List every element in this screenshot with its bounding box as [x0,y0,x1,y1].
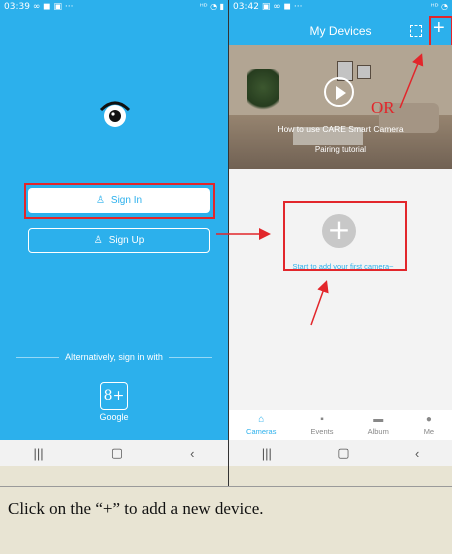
divider-line [168,356,212,358]
app-logo-eye-icon [99,101,131,127]
signal-icons: ᴴᴰ ◔ [430,2,448,11]
sign-up-button[interactable]: ♙ Sign Up [28,228,210,253]
android-nav-bar: ||| ▢ ‹ [0,440,228,466]
plus-highlight-box [429,16,452,48]
app-header: 03:42 ▣ ∞ ◼ ··· ᴴᴰ ◔ My Devices + [229,0,452,45]
sign-up-label: Sign Up [108,235,145,246]
tab-album[interactable]: ▬ Album [367,413,389,436]
tab-me[interactable]: ● Me [423,413,435,436]
recent-apps-icon[interactable]: ||| [34,446,44,461]
tab-events[interactable]: ▪ Events [310,413,334,436]
divider-line [16,356,60,358]
google-label: Google [99,412,129,422]
status-icons: ▣ ∞ ◼ ··· [261,2,303,12]
fullscreen-icon[interactable] [410,25,422,37]
google-plus-icon[interactable]: 8+ [100,382,128,410]
instruction-caption: Click on the “+” to add a new device. [0,486,452,554]
home-icon: ⌂ [258,413,265,425]
status-icons: ∞ ◼ ▣ ··· [32,2,74,12]
signal-icons: ᴴᴰ ◔ ▮ [199,2,224,11]
status-time: 03:42 [233,2,259,12]
user-icon: ♙ [93,235,103,246]
recent-apps-icon[interactable]: ||| [262,446,272,461]
sign-in-highlight-box [24,183,215,219]
play-icon[interactable] [324,77,354,107]
back-icon[interactable]: ‹ [415,446,419,461]
tab-label: Me [423,426,435,436]
banner-subtitle: Pairing tutorial [314,145,367,154]
alternative-signin-row: Alternatively, sign in with [16,350,212,364]
status-bar: 03:42 ▣ ∞ ◼ ··· ᴴᴰ ◔ [229,0,452,16]
alternative-text: Alternatively, sign in with [65,352,163,362]
home-nav-icon[interactable]: ▢ [337,445,349,461]
or-annotation: OR [371,98,395,117]
album-icon: ▬ [373,413,384,425]
home-nav-icon[interactable]: ▢ [111,445,123,461]
status-time: 03:39 [4,2,30,12]
right-phone-screen: 03:42 ▣ ∞ ◼ ··· ᴴᴰ ◔ My Devices + How to… [229,0,452,466]
tab-cameras[interactable]: ⌂ Cameras [246,413,277,436]
tab-label: Album [367,426,389,436]
tab-label: Events [310,426,334,436]
android-nav-bar: ||| ▢ ‹ [229,440,452,466]
add-camera-highlight-box [283,201,407,271]
status-bar: 03:39 ∞ ◼ ▣ ··· ᴴᴰ ◔ ▮ [0,0,228,16]
person-icon: ● [425,413,432,425]
chat-icon: ▪ [320,413,324,425]
screenshot-frame: 03:39 ∞ ◼ ▣ ··· ᴴᴰ ◔ ▮ ♙ Sign In ♙ Sign … [0,0,452,554]
left-phone-screen: 03:39 ∞ ◼ ▣ ··· ᴴᴰ ◔ ▮ ♙ Sign In ♙ Sign … [0,0,228,466]
banner-title: How to use CARE Smart Camera [277,124,404,134]
tab-label: Cameras [246,426,277,436]
bottom-tab-bar: ⌂ Cameras ▪ Events ▬ Album ● Me [229,410,452,440]
back-icon[interactable]: ‹ [190,446,194,461]
